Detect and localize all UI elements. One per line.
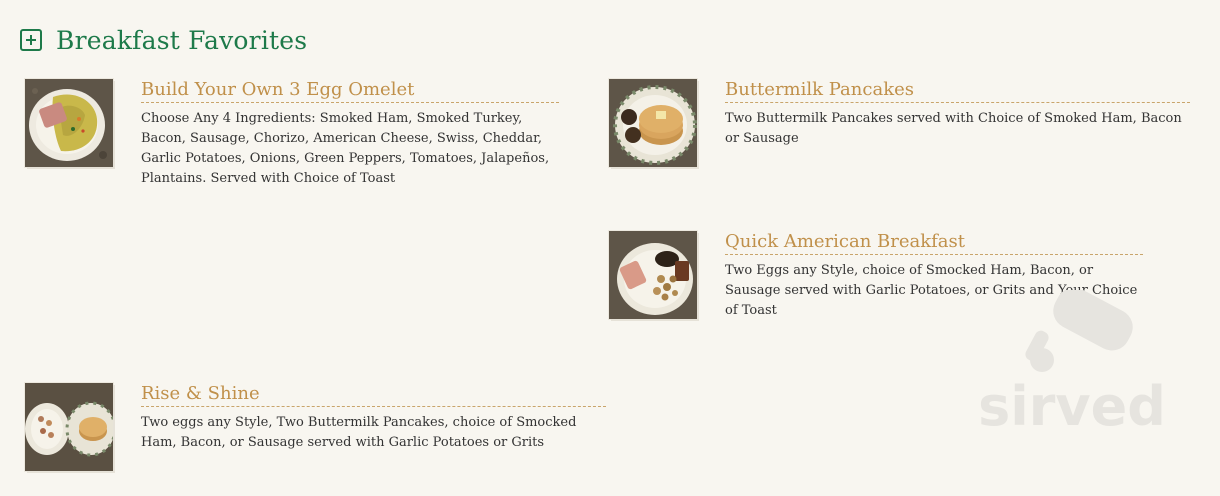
- menu-item-omelet[interactable]: Build Your Own 3 Egg Omelet Choose Any 4…: [25, 79, 565, 189]
- section-header[interactable]: Breakfast Favorites: [20, 24, 307, 56]
- item-title[interactable]: Build Your Own 3 Egg Omelet: [141, 79, 559, 103]
- item-title[interactable]: Buttermilk Pancakes: [725, 79, 1190, 103]
- expand-plus-icon[interactable]: [20, 29, 42, 51]
- pancakes-photo[interactable]: [609, 79, 697, 167]
- omelet-photo[interactable]: [25, 79, 113, 167]
- quick-american-breakfast-photo[interactable]: [609, 231, 697, 319]
- sirved-watermark: sirved: [972, 287, 1172, 440]
- spoon-logo-icon: sirved: [978, 287, 1166, 438]
- menu-item-pancakes[interactable]: Buttermilk Pancakes Two Buttermilk Panca…: [609, 79, 1194, 169]
- item-description: Two eggs any Style, Two Buttermilk Panca…: [141, 415, 577, 450]
- rise-and-shine-photo[interactable]: [25, 383, 113, 471]
- item-title[interactable]: Rise & Shine: [141, 383, 606, 407]
- section-title: Breakfast Favorites: [56, 25, 308, 55]
- item-description: Choose Any 4 Ingredients: Smoked Ham, Sm…: [141, 111, 550, 186]
- item-title[interactable]: Quick American Breakfast: [725, 231, 1143, 255]
- item-description: Two Buttermilk Pancakes served with Choi…: [725, 111, 1182, 146]
- menu-item-rise-and-shine[interactable]: Rise & Shine Two eggs any Style, Two But…: [25, 383, 610, 473]
- watermark-text: sirved: [978, 375, 1166, 438]
